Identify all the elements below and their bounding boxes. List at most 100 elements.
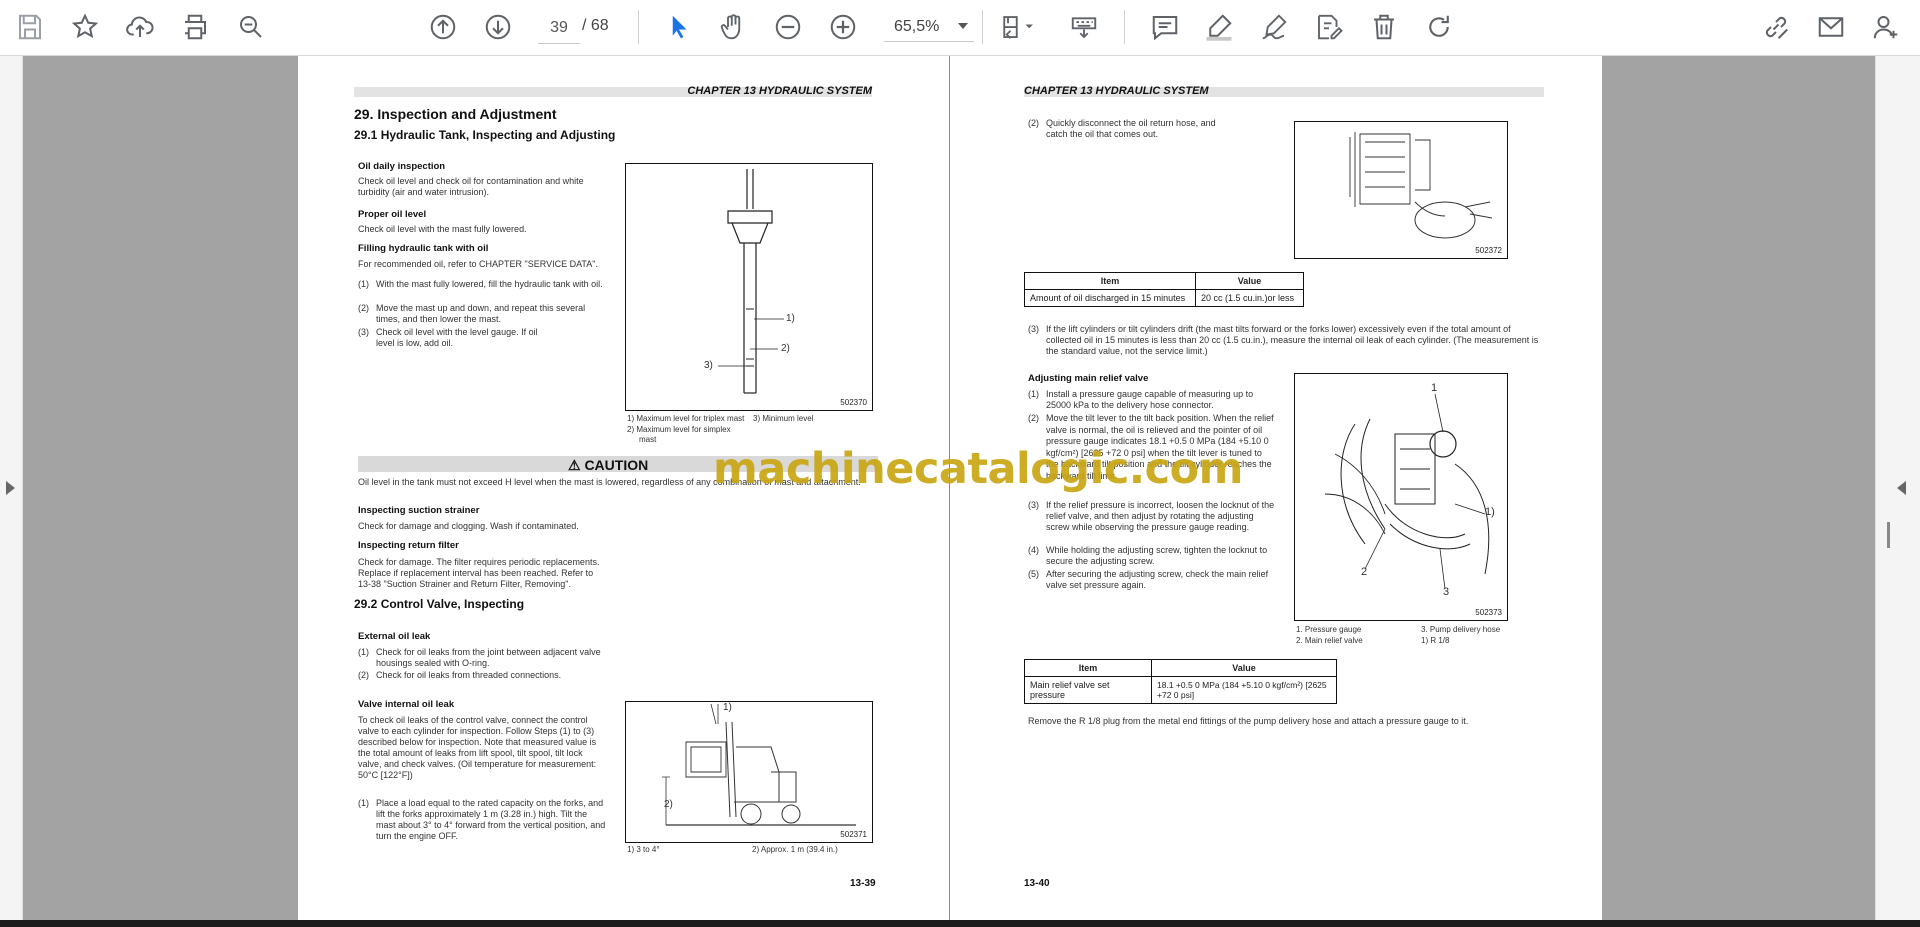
callout-label: 2) [781,343,790,354]
list-item: While holding the adjusting screw, tight… [1046,545,1268,566]
subheading: Adjusting main relief valve [1028,373,1149,384]
mail-icon[interactable] [1813,9,1849,45]
redo-icon[interactable] [1421,9,1457,45]
subheading: Filling hydraulic tank with oil [358,243,489,254]
table-header: Item [1024,659,1152,677]
print-icon[interactable] [177,9,213,45]
keyboard-icon[interactable] [1066,9,1102,45]
zoom-value: 65,5% [894,18,940,35]
zoom-out-icon[interactable] [770,9,806,45]
caution-title: ⚠ CAUTION [568,457,649,473]
list-number: (2) [358,303,369,313]
page-down-icon[interactable] [480,9,516,45]
table-header-row: Item Value [1024,659,1337,677]
select-arrow-icon[interactable] [661,9,697,45]
fit-page-icon[interactable] [995,9,1041,45]
list-item: If the relief pressure is incorrect, loo… [1046,500,1275,532]
callout-label: 1) [1485,506,1495,518]
hand-icon[interactable] [715,9,751,45]
list-number: (1) [1028,389,1039,399]
list-number: (5) [1028,569,1039,579]
table-row: Main relief valve set pressure 18.1 +0.5… [1024,676,1337,704]
edit-doc-icon[interactable] [1311,9,1347,45]
figure-caption: mast [639,435,657,444]
leak-spec-table: Item Value Amount of oil discharged in 1… [1024,272,1304,307]
table-cell: 20 cc (1.5 cu.in.)or less [1195,289,1304,307]
zoom-select[interactable]: 65,5% [884,13,974,42]
level-gauge-drawing [718,169,784,394]
chevron-right-icon [6,481,15,495]
section-heading: 29.1 Hydraulic Tank, Inspecting and Adju… [354,128,616,142]
page-total: / 68 [582,17,609,34]
list-item: If the lift cylinders or tilt cylinders … [1046,324,1539,356]
viewer-background [23,56,298,920]
sign-pen-icon[interactable] [1256,9,1292,45]
toolbar-divider [638,10,639,44]
figure-number: 502370 [840,398,867,407]
callout-label: 3 [1443,586,1450,598]
relief-pressure-table: Item Value Main relief valve set pressur… [1024,659,1337,704]
paragraph: Check oil level with the mast fully lowe… [358,224,527,234]
callout-label: 1 [1431,382,1438,394]
chevron-down-icon [958,23,968,29]
figure-caption: 2) Maximum level for simplex [627,425,731,434]
callout-label: 2 [1361,566,1368,578]
table-row: Amount of oil discharged in 15 minutes 2… [1024,289,1304,307]
document-viewer[interactable]: CHAPTER 13 HYDRAULIC SYSTEM 29. Inspecti… [0,56,1920,920]
list-item: With the mast fully lowered, fill the hy… [376,279,603,289]
table-cell: Amount of oil discharged in 15 minutes [1024,289,1196,307]
list-item: Check oil level with the level gauge. If… [376,327,538,348]
share-link-icon[interactable] [1758,9,1794,45]
page-title: 29. Inspection and Adjustment [354,106,557,122]
comment-icon[interactable] [1147,9,1183,45]
control-valve-drawing [1349,132,1493,239]
relief-valve-drawing [1324,393,1490,590]
figure-relief-valve: 1 1) 2 3 502373 [1294,373,1508,621]
figure-caption: 3) Minimum level [753,414,814,423]
table-header: Value [1151,659,1337,677]
page-up-icon[interactable] [425,9,461,45]
figure-level-gauge: 1) 2) 3) 502370 [625,163,873,411]
trash-icon[interactable] [1366,9,1402,45]
table-header: Value [1195,272,1304,290]
list-item: Quickly disconnect the oil return hose, … [1046,118,1216,139]
figure-caption: 1. Pressure gauge [1296,625,1362,634]
subheading: Oil daily inspection [358,161,446,172]
list-number: (2) [1028,413,1039,423]
list-item: Install a pressure gauge capable of meas… [1046,389,1254,410]
list-number: (1) [358,279,369,289]
star-icon[interactable] [67,9,103,45]
table-header-row: Item Value [1024,272,1304,290]
toolbar-divider [1124,10,1125,44]
figure-caption: 3. Pump delivery hose [1421,625,1501,634]
paragraph: For recommended oil, refer to CHAPTER "S… [358,259,598,269]
figure-number: 502373 [1475,608,1502,617]
viewer-background [1599,56,1875,920]
chapter-header: CHAPTER 13 HYDRAULIC SYSTEM [687,85,872,97]
figure-caption: 1) Maximum level for triplex mast [627,414,745,423]
page-number-input[interactable] [538,13,580,44]
save-icon[interactable] [12,9,48,45]
toolbar-divider [982,10,983,44]
right-panel-toggle[interactable] [1875,56,1920,920]
left-panel-toggle[interactable] [0,56,23,920]
zoom-in-icon[interactable] [825,9,861,45]
upload-icon[interactable] [122,9,158,45]
callout-label: 1) [786,313,795,324]
callout-label: 3) [704,360,713,371]
list-number: (2) [1028,118,1039,128]
chapter-header: CHAPTER 13 HYDRAULIC SYSTEM [1024,85,1209,97]
table-cell: 18.1 +0.5 0 MPa (184 +5.10 0 kgf/cm²) [2… [1151,676,1337,704]
scrollbar-thumb[interactable] [1887,522,1890,548]
list-item: After securing the adjusting screw, chec… [1046,569,1269,590]
highlight-pen-icon[interactable] [1201,9,1237,45]
figure-control-valve: 502372 [1294,121,1508,259]
figure-caption: 1) R 1/8 [1421,636,1450,645]
list-number: (3) [358,327,369,337]
add-user-icon[interactable] [1868,9,1904,45]
bottom-border [0,920,1920,927]
zoom-search-icon[interactable] [233,9,269,45]
figure-caption: 2. Main relief valve [1296,636,1363,645]
watermark-text: machinecatalogic.com [713,444,1243,494]
list-number: (3) [1028,324,1039,334]
